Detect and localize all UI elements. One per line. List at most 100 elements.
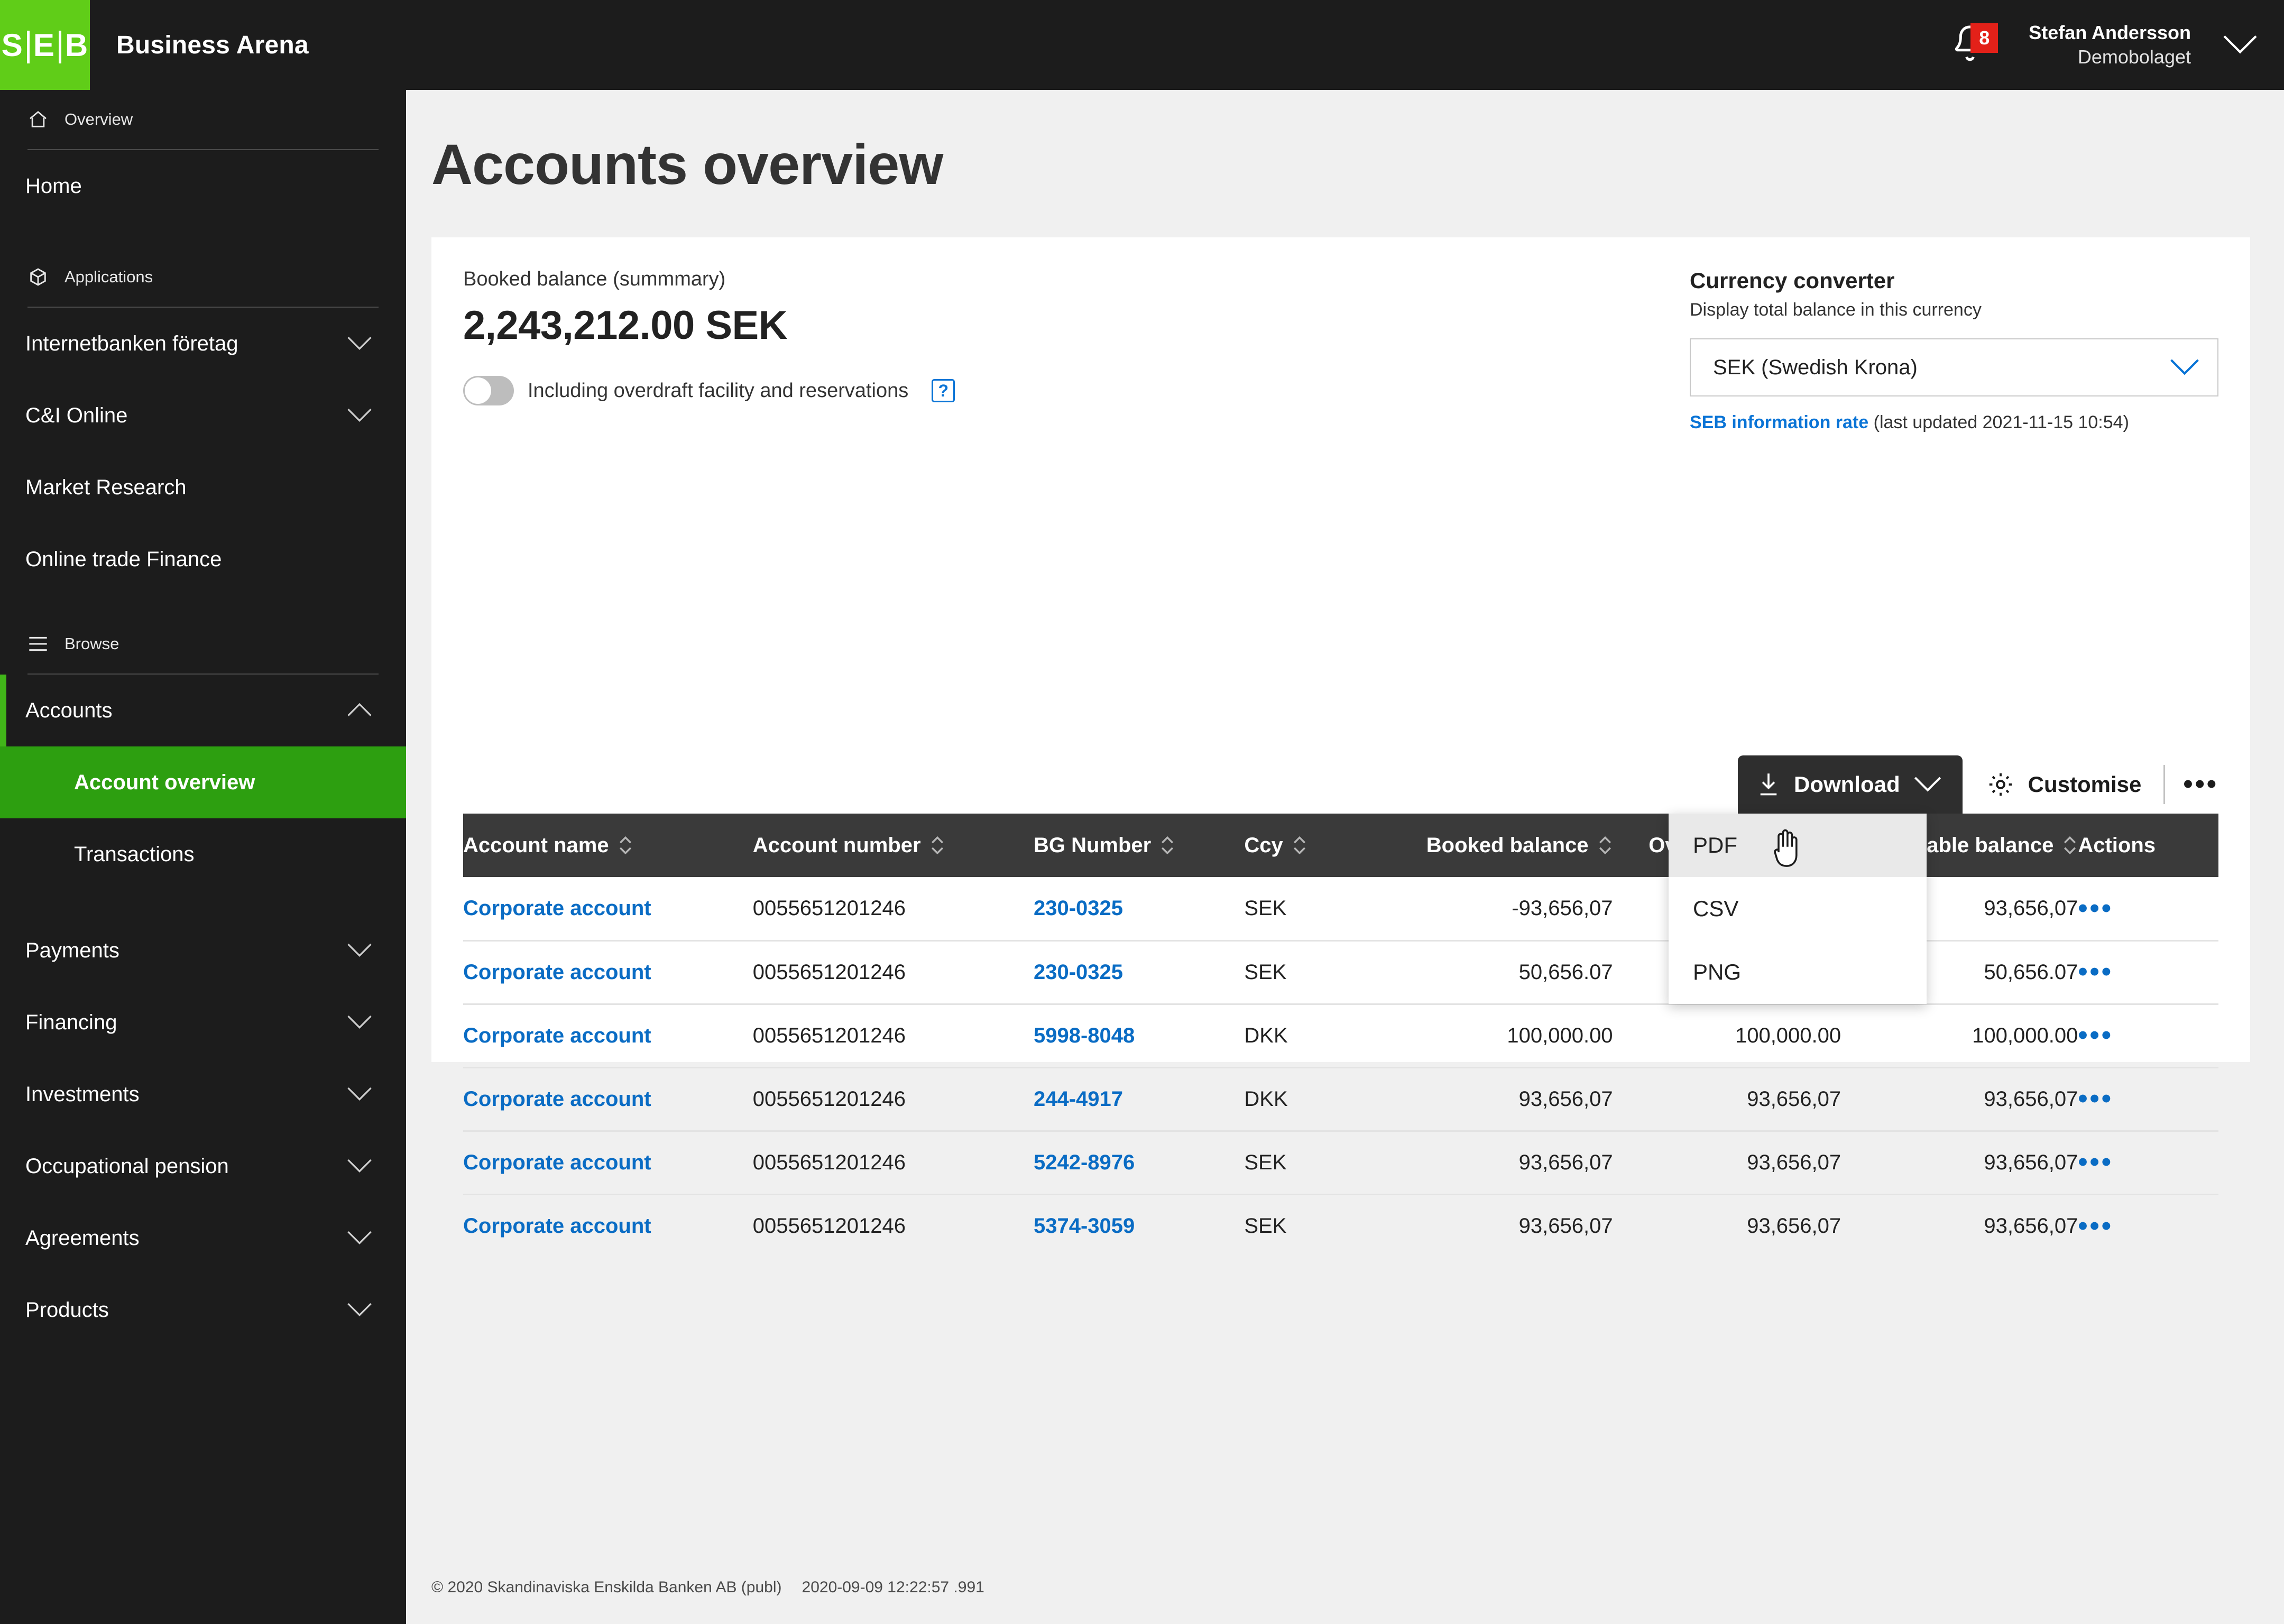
cell-available-balance: 93,656,07 <box>1841 1067 2078 1131</box>
user-menu-toggle[interactable] <box>2222 34 2259 56</box>
row-actions-button[interactable]: ••• <box>2078 1091 2218 1107</box>
col-label: Actions <box>2078 834 2156 857</box>
bg-number-link[interactable]: 5374-3059 <box>1034 1214 1135 1238</box>
account-name-link[interactable]: Corporate account <box>463 1214 651 1238</box>
user-organisation: Demobolaget <box>2029 45 2191 69</box>
chevron-down-icon <box>347 1159 372 1174</box>
cell-account-name: Corporate account <box>463 1004 753 1067</box>
chevron-down-icon <box>347 408 372 423</box>
sidebar: Overview Home Applications Internetbanke… <box>0 90 406 1624</box>
cell-overdraft-facility: 93,656,07 <box>1613 1131 1841 1194</box>
row-actions-button[interactable]: ••• <box>2078 1154 2218 1170</box>
sidebar-item-ci-online[interactable]: C&I Online <box>0 380 406 451</box>
cell-bg-number: 230-0325 <box>1034 940 1244 1004</box>
sort-icon <box>1597 834 1613 857</box>
sidebar-item-investments[interactable]: Investments <box>0 1058 406 1130</box>
download-button[interactable]: Download <box>1738 755 1963 814</box>
col-booked-balance[interactable]: Booked balance <box>1367 814 1613 877</box>
app-title: Business Arena <box>116 31 309 60</box>
cell-overdraft-facility: 93,656,07 <box>1613 1194 1841 1258</box>
hand-cursor-icon <box>1768 827 1803 869</box>
sidebar-item-label-home: Home <box>25 174 82 198</box>
bg-number-link[interactable]: 5242-8976 <box>1034 1151 1135 1174</box>
sidebar-subitem-label: Account overview <box>74 771 255 795</box>
overdraft-toggle[interactable] <box>463 376 514 405</box>
cell-ccy: SEK <box>1244 877 1367 940</box>
currency-select-value: SEK (Swedish Krona) <box>1713 356 1918 380</box>
help-icon[interactable]: ? <box>932 379 955 402</box>
currency-select[interactable]: SEK (Swedish Krona) <box>1690 338 2218 396</box>
account-name-link[interactable]: Corporate account <box>463 1087 651 1111</box>
account-name-link[interactable]: Corporate account <box>463 1151 651 1174</box>
table-row: Corporate account 0055651201246 5242-897… <box>463 1131 2218 1194</box>
row-actions-button[interactable]: ••• <box>2078 1218 2218 1234</box>
cell-account-number: 0055651201246 <box>753 1194 1034 1258</box>
table-row: Corporate account 0055651201246 5374-305… <box>463 1194 2218 1258</box>
cell-ccy: DKK <box>1244 1004 1367 1067</box>
sidebar-item-internetbanken-foretag[interactable]: Internetbanken företag <box>0 308 406 380</box>
bg-number-link[interactable]: 230-0325 <box>1034 961 1123 984</box>
bg-number-link[interactable]: 244-4917 <box>1034 1087 1123 1111</box>
row-actions-button[interactable]: ••• <box>2078 900 2218 917</box>
col-ccy[interactable]: Ccy <box>1244 814 1367 877</box>
sidebar-item-accounts[interactable]: Accounts <box>0 675 406 746</box>
col-account-number[interactable]: Account number <box>753 814 1034 877</box>
sidebar-item-account-overview[interactable]: Account overview <box>0 746 406 818</box>
table-header-row: Account name Account number BG Number Cc… <box>463 814 2218 877</box>
cell-actions: ••• <box>2078 1004 2218 1067</box>
cell-bg-number: 230-0325 <box>1034 877 1244 940</box>
more-options-button[interactable]: ••• <box>2183 776 2218 792</box>
col-label: BG Number <box>1034 834 1151 857</box>
cell-available-balance: 100,000.00 <box>1841 1004 2078 1067</box>
sidebar-item-online-trade-finance[interactable]: Online trade Finance <box>0 523 406 595</box>
sidebar-item-market-research[interactable]: Market Research <box>0 451 406 523</box>
col-label: Account name <box>463 834 609 857</box>
notifications-button[interactable]: 8 <box>1941 16 1999 74</box>
cell-account-number: 0055651201246 <box>753 1131 1034 1194</box>
sidebar-item-payments[interactable]: Payments <box>0 915 406 986</box>
seb-logo[interactable]: SEB <box>0 0 90 90</box>
download-option-png[interactable]: PNG <box>1669 940 1927 1004</box>
user-menu[interactable]: Stefan Andersson Demobolaget <box>2029 21 2191 69</box>
download-button-label: Download <box>1794 772 1900 797</box>
sidebar-item-occupational-pension[interactable]: Occupational pension <box>0 1130 406 1202</box>
seb-logo-text: SEB <box>2 27 88 63</box>
chevron-down-icon <box>347 1231 372 1245</box>
sidebar-item-label: C&I Online <box>25 404 127 428</box>
download-option-csv[interactable]: CSV <box>1669 877 1927 940</box>
chevron-down-icon <box>347 1087 372 1102</box>
sidebar-item-financing[interactable]: Financing <box>0 986 406 1058</box>
col-account-name[interactable]: Account name <box>463 814 753 877</box>
sidebar-section-browse: Browse <box>0 614 406 673</box>
col-bg-number[interactable]: BG Number <box>1034 814 1244 877</box>
sidebar-item-agreements[interactable]: Agreements <box>0 1202 406 1274</box>
customise-button[interactable]: Customise <box>1987 771 2142 798</box>
table-row: Corporate account 0055651201246 230-0325… <box>463 877 2218 940</box>
sidebar-item-products[interactable]: Products <box>0 1274 406 1346</box>
sidebar-item-label: Occupational pension <box>25 1155 229 1178</box>
home-icon <box>27 109 49 130</box>
sort-icon <box>618 834 633 857</box>
seb-information-rate-link[interactable]: SEB information rate <box>1690 412 1868 432</box>
account-name-link[interactable]: Corporate account <box>463 1024 651 1047</box>
cell-account-number: 0055651201246 <box>753 940 1034 1004</box>
row-actions-button[interactable]: ••• <box>2078 1027 2218 1044</box>
account-name-link[interactable]: Corporate account <box>463 897 651 920</box>
logo-letter-s: S <box>2 27 23 63</box>
cell-ccy: SEK <box>1244 940 1367 1004</box>
logo-letter-b: B <box>65 27 88 63</box>
cell-bg-number: 5374-3059 <box>1034 1194 1244 1258</box>
row-actions-button[interactable]: ••• <box>2078 964 2218 980</box>
cell-actions: ••• <box>2078 940 2218 1004</box>
bg-number-link[interactable]: 230-0325 <box>1034 897 1123 920</box>
footer-timestamp: 2020-09-09 12:22:57 .991 <box>802 1579 984 1597</box>
account-name-link[interactable]: Corporate account <box>463 961 651 984</box>
download-option-pdf[interactable]: PDF <box>1669 814 1927 877</box>
sidebar-item-transactions[interactable]: Transactions <box>0 818 406 890</box>
toggle-knob <box>465 377 491 404</box>
sidebar-section-label-browse: Browse <box>65 634 119 653</box>
bg-number-link[interactable]: 5998-8048 <box>1034 1024 1135 1047</box>
col-label: Booked balance <box>1426 834 1589 857</box>
sidebar-item-home[interactable]: Home <box>0 150 406 222</box>
sidebar-item-label-accounts: Accounts <box>25 699 113 723</box>
